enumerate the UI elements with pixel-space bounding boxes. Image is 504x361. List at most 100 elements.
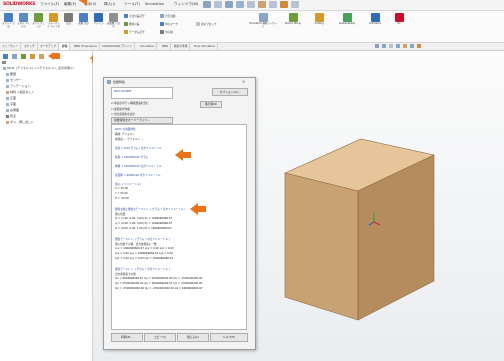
feature-tree-tab-icon[interactable] xyxy=(3,54,8,59)
menu-file[interactable]: ファイル(F) xyxy=(40,2,59,7)
costing-icon xyxy=(314,13,324,22)
property-manager-tab-icon[interactable] xyxy=(12,54,17,59)
menu-tools[interactable]: ツール(T) xyxy=(124,2,140,7)
tab-sketch[interactable]: スケッチ xyxy=(22,43,38,50)
ribbon-row-item[interactable]: 寸法公差記号 xyxy=(124,14,145,18)
tree-item-sensors[interactable]: センサー xyxy=(6,78,22,82)
tree-item-boss-extrude[interactable]: ボス - 押し出し1 xyxy=(6,120,33,124)
format-painter-button[interactable]: フォーマット ペインタ xyxy=(47,13,60,28)
copy-button[interactable]: コピー(C) xyxy=(144,333,176,342)
ribbon-row-item[interactable]: 中心線 xyxy=(160,30,173,34)
appearance-icon[interactable] xyxy=(417,44,421,48)
model-items-button[interactable]: モデル アイテム xyxy=(17,13,30,28)
display-style-icon[interactable] xyxy=(410,44,414,48)
annotation-arrow-icon xyxy=(175,149,183,161)
menu-insert[interactable]: 挿入(I) xyxy=(104,2,115,7)
save-icon[interactable] xyxy=(236,1,244,8)
spell-check-button[interactable]: スペル チェック xyxy=(32,13,45,28)
configuration-tab-icon[interactable] xyxy=(21,54,26,59)
tree-item-annotations[interactable]: アノテーション xyxy=(6,84,31,88)
view-orientation-icon[interactable] xyxy=(403,44,407,48)
recalculate-button[interactable]: 再計算(R) xyxy=(200,101,222,108)
simulation-wizard-button[interactable]: Simulation 解析ウィザード xyxy=(248,13,278,28)
tab-flow-simulation[interactable]: Flow Simulation xyxy=(192,43,219,50)
ribbon-row-item[interactable]: 表示ブロック xyxy=(196,22,217,26)
ribbon-row-item[interactable]: データム記号 xyxy=(124,30,145,34)
motion-study-icon xyxy=(288,13,298,22)
dialog-title: 質量特性 xyxy=(113,80,126,84)
tree-item-part[interactable]: Part1 (デフォルト) <<デフォルト>_表示状態1> xyxy=(3,66,75,70)
tree-item-origin[interactable]: 原点 xyxy=(6,114,16,118)
zoom-area-icon[interactable] xyxy=(382,44,386,48)
surface-finish-button[interactable]: 表面粗さ 記号 xyxy=(107,13,120,28)
help-button[interactable]: ヘルプ(H) xyxy=(210,333,248,342)
tree-item-right-plane[interactable]: 右側面 xyxy=(6,108,19,112)
close-button[interactable]: 閉じる(L) xyxy=(177,333,209,342)
motion-study-button[interactable]: Motion Study xyxy=(282,13,304,26)
checkbox-hidden-bodies[interactable]: ☑ 非表示ボディ/構成部品を含む xyxy=(111,101,149,105)
select-icon[interactable] xyxy=(269,1,277,8)
format-painter-icon xyxy=(49,13,58,22)
home-icon[interactable] xyxy=(203,1,211,8)
note-icon xyxy=(64,13,73,22)
tab-evaluate[interactable]: 評価 xyxy=(60,43,71,50)
balloon-icon xyxy=(94,13,103,22)
menu-edit[interactable]: 編集(E) xyxy=(64,2,76,7)
ribbon-row-item[interactable]: 中心マーク xyxy=(160,22,178,26)
ribbon-row-item[interactable]: 幾何公差 xyxy=(124,22,139,26)
tab-addins[interactable]: SOLIDWORKS アドイン xyxy=(100,43,135,50)
print-icon[interactable] xyxy=(247,1,255,8)
checkbox-label: 座標系を作成 xyxy=(114,108,130,111)
options-icon[interactable] xyxy=(291,1,299,8)
new-document-icon[interactable] xyxy=(214,1,222,8)
annotation-arrow-tail xyxy=(183,152,191,158)
dimxpert-tab-icon[interactable] xyxy=(30,54,35,59)
button-label: 注記 xyxy=(66,22,71,25)
sustainability-button[interactable]: Sustainability xyxy=(334,13,360,26)
tab-features[interactable]: フィーチャー xyxy=(0,43,22,50)
filter-icon[interactable] xyxy=(2,61,6,64)
open-icon[interactable] xyxy=(225,1,233,8)
print-button[interactable]: 印刷(P)... xyxy=(111,333,143,342)
model-items-icon xyxy=(19,13,28,22)
checkbox-create-coordinate[interactable]: ☐ 座標系を作成 xyxy=(111,107,130,111)
zoom-fit-icon[interactable] xyxy=(375,44,379,48)
simulation-icon xyxy=(258,13,268,22)
tolerance-icon xyxy=(124,14,128,18)
options-button[interactable]: オプション(O)... xyxy=(212,88,248,96)
tab-mbd[interactable]: MBD xyxy=(160,43,172,50)
dimxpert-button[interactable]: DimXpert xyxy=(364,13,386,26)
section-view-icon[interactable] xyxy=(396,44,400,48)
ribbon-row-item[interactable]: 穴引出線 xyxy=(160,14,175,18)
button-label: 表面粗さ 記号 xyxy=(107,22,120,28)
close-icon[interactable]: ✕ xyxy=(242,79,245,84)
selection-box[interactable]: Part1.SLDPRT xyxy=(111,87,173,99)
balloon-button[interactable]: バルーン xyxy=(92,13,105,26)
note-button[interactable]: 注記 xyxy=(62,13,75,26)
tab-markup[interactable]: マークアップ xyxy=(38,43,60,50)
menu-simulation[interactable]: Simulation xyxy=(145,2,164,6)
previous-view-icon[interactable] xyxy=(389,44,393,48)
tree-item-material[interactable]: 材料 <指定なし> xyxy=(6,90,34,94)
linear-note-button[interactable]: 直線 注記 xyxy=(77,13,90,26)
override-mass-button[interactable]: 質量特性をオーバーライド... xyxy=(111,117,173,124)
costing-button[interactable]: Costing xyxy=(308,13,330,26)
rebuild-icon[interactable] xyxy=(280,1,288,8)
tab-analysis-prep[interactable]: 解析の準備 xyxy=(172,43,191,50)
undo-icon[interactable] xyxy=(258,1,266,8)
part-icon xyxy=(3,66,6,70)
checkbox-show-output-coords[interactable]: ☐ 出力座標系を表示 xyxy=(111,112,135,116)
menu-window[interactable]: ウィンドウ(W) xyxy=(174,2,198,7)
tree-item-history[interactable]: 履歴 xyxy=(6,72,16,76)
smart-dimension-button[interactable]: スマート 寸法 xyxy=(2,13,15,28)
selected-item-label: Part1.SLDPRT xyxy=(114,90,132,93)
tab-mbd-dimensions[interactable]: MBD Dimensions xyxy=(72,43,100,50)
tree-item-top-plane[interactable]: 平面 xyxy=(6,102,16,106)
row-label: 寸法公差記号 xyxy=(129,15,145,18)
tree-item-front-plane[interactable]: 正面 xyxy=(6,96,16,100)
annotation-arrow-tail xyxy=(198,206,206,212)
tab-simulation[interactable]: Simulation xyxy=(138,43,158,50)
display-tab-icon[interactable] xyxy=(39,54,44,59)
rx-button[interactable]: Rx xyxy=(390,13,408,26)
result-line: 質量 = 1000000.00 グラム xyxy=(115,156,149,159)
